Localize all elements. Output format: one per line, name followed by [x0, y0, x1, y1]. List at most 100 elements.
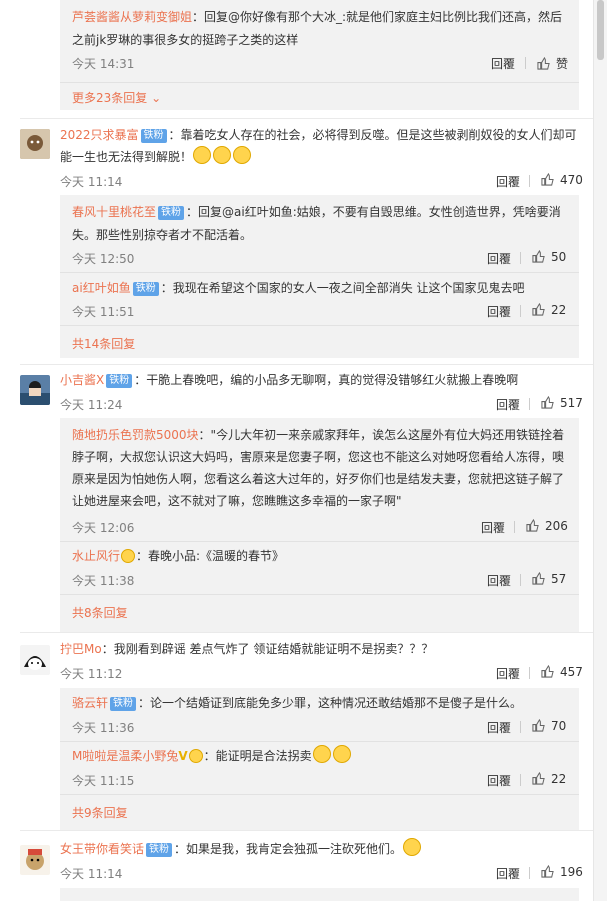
comment-timestamp: 今天 11:14 [60, 867, 123, 881]
reply-button[interactable]: 回覆 [487, 572, 511, 589]
more-replies-link[interactable]: 共8条回复 [72, 604, 128, 621]
avatar-image [20, 645, 50, 675]
crying-emoji-icon [233, 146, 252, 164]
reply-button[interactable]: 回覆 [491, 55, 515, 72]
avatar[interactable] [20, 129, 50, 159]
divider [60, 325, 579, 326]
fan-badge: 铁粉 [158, 206, 185, 220]
reply-timestamp: 今天 11:36 [72, 721, 135, 735]
like-button[interactable]: 50 [532, 250, 566, 264]
avatar[interactable] [20, 375, 50, 405]
medal-icon [121, 549, 136, 563]
thumbs-up-icon [541, 396, 554, 409]
divider [520, 305, 521, 317]
reply-button[interactable]: 回覆 [481, 519, 505, 536]
divider [60, 541, 579, 542]
reply-text: M啦啦是温柔小野兔V ：能证明是合法拐卖 [72, 745, 352, 767]
comment-user-name[interactable]: 拧巴Mo [60, 642, 102, 656]
comment-text: 小吉酱X 铁粉 ：干脆上春晚吧，编的小品多无聊啊，真的觉得没错够红火就搬上春晚啊 [60, 369, 518, 391]
like-button[interactable]: 457 [541, 665, 583, 679]
comment-body: ：干脆上春晚吧，编的小品多无聊啊，真的觉得没错够红火就搬上春晚啊 [134, 373, 519, 387]
like-count: 470 [560, 173, 583, 187]
thumbs-up-icon [532, 303, 545, 316]
reply-text: 水止风行 ：春晚小品:《温暖的春节》 [72, 545, 284, 567]
reply-button[interactable]: 回覆 [487, 250, 511, 267]
fan-badge: 铁粉 [110, 697, 137, 711]
fan-badge: 铁粉 [146, 843, 173, 857]
reply-body: ：论一个结婚证到底能免多少罪，这种情况还敢结婚那不是傻子是什么。 [138, 696, 523, 710]
more-replies-link[interactable]: 共14条回复 [72, 335, 135, 352]
comment-feed: 芦荟酱酱从萝莉变御姐：回复@你好像有那个大冰_:就是他们家庭主妇比例比我们还高，… [0, 0, 594, 901]
reply-text-line4: 让她进屋来会吧，这不就对了嘛，您瞧瞧这多幸福的一家子啊" [72, 494, 402, 508]
comment-timestamp: 今天 11:24 [60, 398, 123, 412]
reply-timestamp: 今天 14:31 [72, 57, 135, 71]
reply-timestamp: 今天 11:15 [72, 774, 135, 788]
reply-button[interactable]: 回覆 [496, 865, 520, 882]
like-button[interactable]: 517 [541, 396, 583, 410]
reply-user-name[interactable]: M啦啦是温柔小野兔 [72, 749, 178, 763]
like-button[interactable]: 57 [532, 572, 566, 586]
medal-icon [188, 749, 203, 763]
like-button[interactable]: 196 [541, 865, 583, 879]
reply-button[interactable]: 回覆 [487, 719, 511, 736]
reply-body: ：我现在希望这个国家的女人一夜之间全部消失 让这个国家见鬼去吧 [160, 281, 525, 295]
avatar[interactable] [20, 845, 50, 875]
reply-button[interactable]: 回覆 [487, 303, 511, 320]
reply-text: 芦荟酱酱从萝莉变御姐：回复@你好像有那个大冰_:就是他们家庭主妇比例比我们还高，… [72, 6, 562, 28]
reply-timestamp: 今天 12:06 [72, 521, 135, 535]
comment-user-name[interactable]: 2022只求暴富 [60, 128, 139, 142]
scrollbar-thumb[interactable] [597, 0, 604, 60]
comment-body: ：如果是我，我肯定会独孤一注砍死他们。 [174, 842, 403, 856]
like-button[interactable]: 22 [532, 772, 566, 786]
divider [529, 867, 530, 879]
reply-user-name[interactable]: 随地扔乐色罚款5000块 [72, 428, 199, 442]
comment-text: 拧巴Mo：我刚看到辟谣 差点气炸了 领证结婚就能证明不是拐卖？？？ [60, 638, 433, 660]
avatar-image [20, 845, 50, 875]
comment-user-name[interactable]: 小吉酱X [60, 373, 104, 387]
avatar[interactable] [20, 645, 50, 675]
reply-button[interactable]: 回覆 [496, 173, 520, 190]
reply-body: ：回复@ai红叶如鱼:姑娘，不要有自毁思维。女性创造世界，凭啥要消 [186, 205, 561, 219]
divider [520, 721, 521, 733]
comment-text: 2022只求暴富 铁粉 ：靠着吃女人存在的社会，必将得到反噬。但是这些被剥削奴役的女… [60, 124, 577, 146]
thumbs-up-icon [526, 519, 539, 532]
chevron-down-icon: ⌄ [151, 91, 162, 105]
like-button[interactable]: 22 [532, 303, 566, 317]
comment-user-name[interactable]: 女王带你看笑话 [60, 842, 144, 856]
like-button[interactable]: 赞 [537, 55, 568, 72]
divider [20, 632, 594, 633]
reply-user-name[interactable]: ai红叶如鱼 [72, 281, 131, 295]
reply-user-name[interactable]: 芦荟酱酱从萝莉变御姐 [72, 10, 192, 24]
like-button[interactable]: 70 [532, 719, 566, 733]
scrollbar[interactable] [593, 0, 607, 901]
reply-text-line2: 失。那些性别掠夺者才不配活着。 [72, 228, 253, 242]
divider [60, 741, 579, 742]
reply-user-name[interactable]: 骆云轩 [72, 696, 108, 710]
like-count: 196 [560, 865, 583, 879]
reply-text-line2: 之前jk罗琳的事很多女的挺跨子之类的这样 [72, 33, 299, 47]
reply-button[interactable]: 回覆 [496, 665, 520, 682]
like-count: 赞 [556, 57, 569, 71]
more-replies-link[interactable]: 更多23条回复 ⌄ [72, 89, 161, 106]
reply-user-name[interactable]: 春风十里桃花至 [72, 205, 156, 219]
reply-text-line2: 脖子啊，大叔您认识这大妈吗，害原来是您妻子啊，您这也不能这么对她呀您看给人冻得，… [72, 450, 565, 464]
like-count: 57 [551, 572, 567, 586]
comment-body: ：我刚看到辟谣 差点气炸了 领证结婚就能证明不是拐卖？？？ [101, 642, 434, 656]
reply-timestamp: 今天 11:38 [72, 574, 135, 588]
reply-button[interactable]: 回覆 [496, 396, 520, 413]
more-replies-link[interactable]: 共9条回复 [72, 804, 128, 821]
reply-button[interactable]: 回覆 [487, 772, 511, 789]
smile-emoji-icon [403, 838, 422, 856]
divider [60, 272, 579, 273]
divider [520, 574, 521, 586]
comment-text-line2: 能一生也无法得到解脱！ [60, 146, 252, 168]
reply-body: ：春晚小品:《温暖的春节》 [136, 549, 285, 563]
reply-user-name[interactable]: 水止风行 [72, 549, 120, 563]
like-button[interactable]: 470 [541, 173, 583, 187]
like-button[interactable]: 206 [526, 519, 568, 533]
fan-badge: 铁粉 [140, 129, 167, 143]
comment-body: ：靠着吃女人存在的社会，必将得到反噬。但是这些被剥削奴役的女人们却可 [168, 128, 577, 142]
reply-text: 随地扔乐色罚款5000块："今儿大年初一来亲戚家拜年，诶怎么这屋外有位大妈还用铁… [72, 424, 564, 446]
like-count: 50 [551, 250, 567, 264]
like-count: 70 [551, 719, 567, 733]
